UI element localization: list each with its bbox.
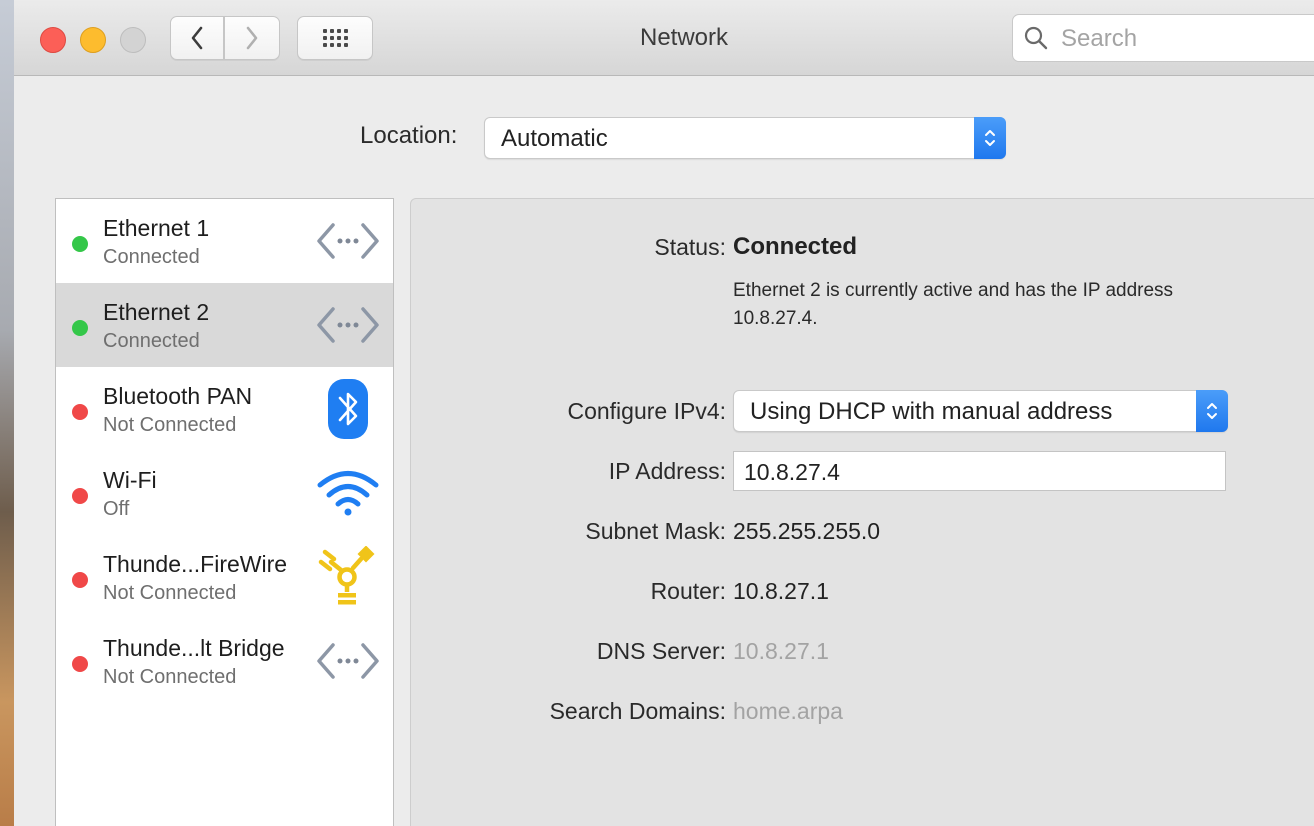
service-name: Ethernet 2 [103, 299, 210, 325]
service-name: Thunde...lt Bridge [103, 635, 285, 661]
back-button[interactable] [170, 16, 224, 60]
configure-ipv4-label: Configure IPv4: [567, 398, 726, 424]
router-value: 10.8.27.1 [733, 578, 829, 604]
service-item-bluetooth-pan[interactable]: Bluetooth PAN Not Connected [56, 367, 393, 451]
toolbar: Network [14, 0, 1314, 76]
service-status: Connected [103, 246, 200, 268]
service-status: Not Connected [103, 582, 237, 604]
ethernet-icon [312, 293, 384, 357]
status-dot [72, 236, 88, 252]
service-list: Ethernet 1 Connected Ethernet 2 Connecte… [55, 198, 394, 826]
subnet-mask-value: 255.255.255.0 [733, 518, 881, 544]
service-item-ethernet-2[interactable]: Ethernet 2 Connected [56, 283, 393, 367]
service-item-ethernet-1[interactable]: Ethernet 1 Connected [56, 199, 393, 283]
close-window-button[interactable] [40, 27, 66, 53]
updown-chevron-icon [985, 130, 995, 146]
service-name: Ethernet 1 [103, 215, 210, 241]
dns-server-value: 10.8.27.1 [733, 638, 829, 664]
dns-server-label: DNS Server: [596, 638, 726, 664]
window-title: Network [639, 24, 729, 51]
search-field[interactable] [1012, 14, 1314, 62]
service-status: Off [103, 498, 130, 520]
status-dot [72, 320, 88, 336]
service-status: Not Connected [103, 414, 237, 436]
service-detail-panel: Status: Connected Ethernet 2 is currentl… [410, 198, 1314, 826]
status-dot [72, 404, 88, 420]
status-value: Connected [733, 233, 858, 260]
status-description: Ethernet 2 is currently active and has t… [733, 280, 1174, 329]
configure-ipv4-select[interactable]: Using DHCP with manual address [733, 390, 1228, 432]
service-name: Thunde...FireWire [103, 551, 288, 577]
wifi-icon [312, 461, 384, 525]
minimize-window-button[interactable] [80, 27, 106, 53]
location-label: Location: [360, 122, 458, 149]
updown-chevron-icon [1207, 403, 1217, 419]
status-label: Status: [654, 234, 726, 260]
service-status: Connected [103, 330, 200, 352]
configure-ipv4-stepper[interactable] [1196, 390, 1228, 432]
chevron-right-icon [246, 26, 258, 50]
service-item-thunderbolt-bridge[interactable]: Thunde...lt Bridge Not Connected [56, 619, 393, 703]
location-value: Automatic [501, 125, 608, 152]
ethernet-icon [312, 209, 384, 273]
grid-icon [322, 29, 348, 47]
search-input[interactable] [1059, 23, 1303, 55]
firewire-icon [312, 545, 384, 609]
forward-button[interactable] [224, 16, 280, 60]
configure-ipv4-value: Using DHCP with manual address [750, 398, 1113, 425]
ip-address-field[interactable] [733, 451, 1226, 491]
search-icon [1024, 26, 1048, 50]
status-dot [72, 572, 88, 588]
chevron-left-icon [191, 26, 203, 50]
service-item-thunderbolt-firewire[interactable]: Thunde...FireWire Not Connected [56, 535, 393, 619]
bluetooth-icon [312, 377, 384, 441]
network-preferences-window: Network Location: Automatic Ethernet 1 C… [14, 0, 1314, 826]
service-item-wi-fi[interactable]: Wi-Fi Off [56, 451, 393, 535]
search-domains-value: home.arpa [733, 698, 843, 724]
zoom-window-button[interactable] [120, 27, 146, 53]
ethernet-icon [312, 629, 384, 693]
ip-address-input[interactable] [742, 456, 1216, 488]
service-name: Wi-Fi [103, 467, 157, 493]
desktop-background [0, 0, 14, 826]
location-select[interactable]: Automatic [484, 117, 1006, 159]
ip-address-label: IP Address: [608, 458, 726, 484]
status-dot [72, 488, 88, 504]
location-stepper[interactable] [974, 117, 1006, 159]
service-status: Not Connected [103, 666, 237, 688]
status-dot [72, 656, 88, 672]
service-name: Bluetooth PAN [103, 383, 253, 409]
show-all-button[interactable] [297, 16, 373, 60]
search-domains-label: Search Domains: [549, 698, 726, 724]
subnet-mask-label: Subnet Mask: [585, 518, 726, 544]
router-label: Router: [650, 578, 726, 604]
